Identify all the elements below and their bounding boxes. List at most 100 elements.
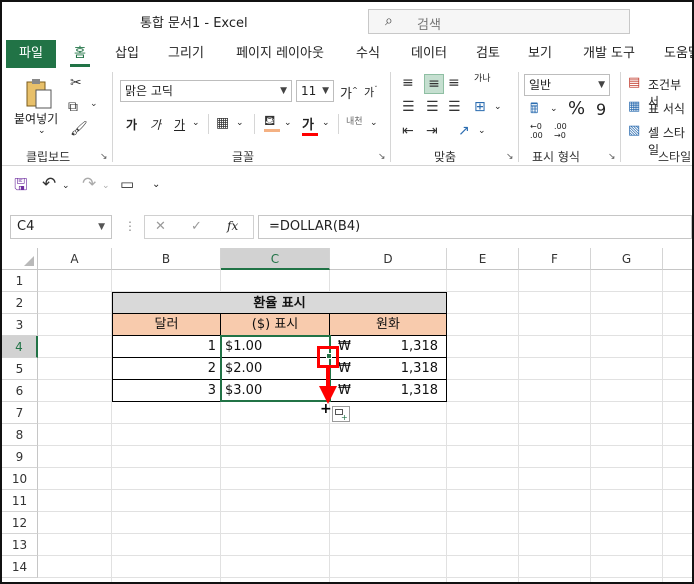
font-launcher-icon[interactable]: ↘ [378,152,386,162]
insert-function-icon[interactable]: fx [227,219,238,233]
spreadsheet-grid[interactable]: A B C D E F G 1 2 3 4 5 6 7 8 9 10 11 12… [2,248,692,582]
shrink-font-button[interactable]: 가ˇ [364,84,378,100]
row-header[interactable]: 11 [2,490,38,512]
paste-dropdown-icon[interactable]: ⌄ [38,126,46,136]
conditional-format-icon[interactable]: ▤ [628,76,640,89]
merge-dropdown-icon[interactable]: ⌄ [494,102,502,112]
phonetic-button[interactable]: 내천 [346,114,363,127]
tab-draw[interactable]: 그리기 [160,40,212,68]
decrease-indent-icon[interactable]: ⇤ [402,124,414,138]
format-painter-icon[interactable]: 🖌 [70,122,88,136]
align-left-icon[interactable]: ☰ [402,100,415,114]
row-header[interactable]: 1 [2,270,38,292]
data-cell-c5[interactable]: $2.00 [220,358,330,380]
clipboard-launcher-icon[interactable]: ↘ [100,152,108,162]
name-box[interactable]: C4 ▼ [10,215,112,239]
row-header[interactable]: 12 [2,512,38,534]
tab-review[interactable]: 검토 [468,40,508,68]
data-cell-b5[interactable]: 2 [112,358,221,380]
bold-button[interactable]: 가 [126,116,137,133]
undo-icon[interactable]: ↶ [42,176,56,193]
accounting-format-icon[interactable]: 🖩 [530,102,538,116]
underline-button[interactable]: 가 [174,116,185,133]
orientation-dropdown-icon[interactable]: ⌄ [478,126,486,136]
data-cell-c4[interactable]: $1.00 [220,336,330,358]
alignment-launcher-icon[interactable]: ↘ [506,152,514,162]
align-center-icon[interactable]: ☰ [426,100,439,114]
search-box[interactable]: ⌕ 검색 [368,9,630,34]
folder-icon[interactable]: ▭ [120,177,134,192]
number-format-select[interactable]: 일반 ▼ [524,74,610,96]
auto-fill-options-icon[interactable]: + [332,406,350,422]
grow-font-button[interactable]: 가^ [340,83,358,102]
fill-color-dropdown-icon[interactable]: ⌄ [284,118,292,128]
tab-insert[interactable]: 삽입 [106,40,148,68]
align-bottom-icon[interactable]: ≡ [448,76,460,90]
wrap-text-button[interactable]: 가나 [474,74,491,84]
tab-home[interactable]: 홈 [64,40,96,68]
column-header[interactable]: A [38,248,112,270]
tab-page-layout[interactable]: 페이지 레이아웃 [224,40,336,68]
tab-developer[interactable]: 개발 도구 [574,40,644,68]
redo-icon[interactable]: ↷ [82,176,96,193]
enter-icon[interactable]: ✓ [191,219,202,234]
redo-dropdown-icon[interactable]: ⌄ [102,181,110,191]
row-header[interactable]: 13 [2,534,38,556]
font-color-dropdown-icon[interactable]: ⌄ [322,118,330,128]
formula-input[interactable]: =DOLLAR(B4) [258,215,692,239]
cell-styles-icon[interactable]: ▧ [628,124,640,137]
merge-center-icon[interactable]: ⊞ [474,100,486,114]
data-cell-b6[interactable]: 3 [112,380,221,402]
row-header[interactable]: 10 [2,468,38,490]
align-middle-icon[interactable]: ≡ [424,74,444,94]
tab-data[interactable]: 데이터 [402,40,456,68]
paste-icon[interactable] [24,76,54,110]
increase-indent-icon[interactable]: ⇥ [426,124,438,138]
border-icon[interactable]: ▦ [216,116,229,130]
format-as-table-icon[interactable]: ▦ [628,100,640,113]
phonetic-dropdown-icon[interactable]: ⌄ [370,118,378,128]
data-cell-d6[interactable]: ₩ 1,318 [329,380,447,402]
align-right-icon[interactable]: ☰ [448,100,461,114]
font-size-select[interactable]: 11 ▼ [296,80,334,102]
row-header[interactable]: 14 [2,556,38,578]
align-top-icon[interactable]: ≡ [402,76,414,90]
data-cell-d4[interactable]: ₩ 1,318 [329,336,447,358]
column-header-selected[interactable]: C [221,248,330,270]
row-header[interactable]: 3 [2,314,38,336]
data-cell-b4[interactable]: 1 [112,336,221,358]
underline-dropdown-icon[interactable]: ⌄ [192,118,200,128]
column-header[interactable]: D [330,248,447,270]
orientation-icon[interactable]: ↗ [458,124,470,138]
tab-help[interactable]: 도움말 [654,40,692,68]
header-cell-dollar[interactable]: 달러 [112,314,221,336]
tab-formulas[interactable]: 수식 [348,40,388,68]
cut-icon[interactable]: ✂ [70,76,82,90]
copy-icon[interactable]: ⧉ [68,100,78,114]
tab-view[interactable]: 보기 [520,40,560,68]
cancel-icon[interactable]: ✕ [155,219,166,234]
comma-button[interactable]: 9 [596,100,606,119]
column-header[interactable]: F [519,248,591,270]
row-header[interactable]: 2 [2,292,38,314]
paste-label[interactable]: 붙여넣기 [14,110,58,127]
row-header[interactable]: 7 [2,402,38,424]
border-dropdown-icon[interactable]: ⌄ [236,118,244,128]
format-as-table-button[interactable]: 표 서식 [648,100,685,117]
undo-dropdown-icon[interactable]: ⌄ [62,181,70,191]
row-header[interactable]: 8 [2,424,38,446]
row-header-selected[interactable]: 4 [2,336,38,358]
number-launcher-icon[interactable]: ↘ [608,152,616,162]
select-all-corner[interactable] [2,248,38,270]
header-cell-display[interactable]: ($) 표시 [220,314,330,336]
column-header[interactable] [663,248,692,270]
copy-dropdown-icon[interactable]: ⌄ [90,100,98,109]
row-header[interactable]: 9 [2,446,38,468]
customize-qat-icon[interactable]: ⌄ [152,179,160,190]
column-header[interactable]: E [447,248,519,270]
accounting-dropdown-icon[interactable]: ⌄ [550,104,558,114]
percent-button[interactable]: % [568,98,585,119]
increase-decimal-button[interactable]: ←0.00 [530,122,543,140]
data-cell-d5[interactable]: ₩ 1,318 [329,358,447,380]
row-header[interactable]: 5 [2,358,38,380]
